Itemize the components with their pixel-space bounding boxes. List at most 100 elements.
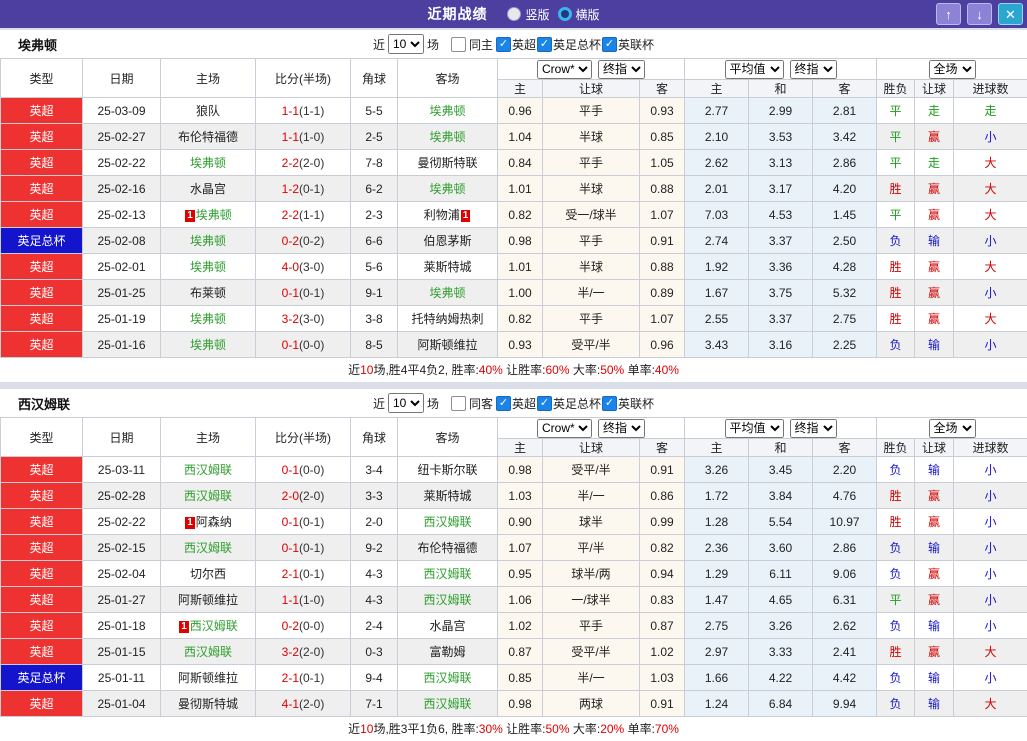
team-label: 伯恩茅斯: [423, 234, 471, 248]
away-odds-cell: 0.85: [640, 124, 685, 150]
league-filter-label[interactable]: 英超: [512, 395, 536, 412]
avg-home-cell: 2.62: [685, 150, 749, 176]
match-count-select[interactable]: 10: [388, 393, 424, 413]
corner-cell: 2-0: [351, 509, 398, 535]
home-odds-cell: 1.07: [498, 535, 543, 561]
away-team-cell: 利物浦1: [398, 202, 498, 228]
final-odds-select[interactable]: 终指: [598, 60, 645, 79]
avg-draw-cell: 4.22: [749, 665, 813, 691]
team-label: 阿斯顿维拉: [178, 671, 238, 685]
match-row: 英超25-03-11西汉姆联0-1(0-0)3-4纽卡斯尔联0.98受平/半0.…: [1, 457, 1027, 483]
goals-result-cell: 小: [954, 587, 1027, 613]
away-odds-cell: 0.87: [640, 613, 685, 639]
corner-cell: 3-8: [351, 306, 398, 332]
league-filter-label[interactable]: 英超: [512, 36, 536, 53]
avg-home-cell: 1.72: [685, 483, 749, 509]
bookmaker-select[interactable]: Crow*: [537, 60, 592, 79]
average-select[interactable]: 平均值: [725, 419, 784, 438]
final-average-select[interactable]: 终指: [790, 419, 837, 438]
league-filter-label[interactable]: 英联杯: [618, 36, 654, 53]
league-filter-checkbox[interactable]: ✓: [602, 396, 617, 411]
league-filter-label[interactable]: 英联杯: [618, 395, 654, 412]
col-header-away: 客场: [398, 418, 498, 457]
team-label: 莱斯特城: [423, 260, 471, 274]
corner-cell: 2-5: [351, 124, 398, 150]
scope-select[interactable]: 全场: [929, 60, 976, 79]
filter-bar: 近 10 场 同客 ✓英超✓英足总杯✓英联杯: [373, 393, 654, 413]
avg-away-cell: 2.62: [813, 613, 877, 639]
avg-home-cell: 1.67: [685, 280, 749, 306]
league-filter-checkbox[interactable]: ✓: [496, 37, 511, 52]
result-cell: 胜: [877, 280, 915, 306]
handicap-result-cell: 赢: [915, 280, 954, 306]
league-filter-checkbox[interactable]: ✓: [602, 37, 617, 52]
handicap-cell: 球半: [543, 509, 640, 535]
league-cell: 英超: [1, 254, 83, 280]
same-venue-checkbox[interactable]: [451, 396, 466, 411]
handicap-result-cell: 赢: [915, 124, 954, 150]
team-label: 埃弗顿: [196, 208, 232, 222]
horizontal-layout-radio[interactable]: [558, 7, 572, 21]
match-row: 英超25-02-221阿森纳0-1(0-1)2-0西汉姆联0.90球半0.991…: [1, 509, 1027, 535]
result-cell: 负: [877, 665, 915, 691]
date-cell: 25-02-08: [83, 228, 161, 254]
league-filter-checkbox[interactable]: ✓: [537, 396, 552, 411]
avg-home-cell: 7.03: [685, 202, 749, 228]
final-average-select[interactable]: 终指: [790, 60, 837, 79]
away-team-cell: 莱斯特城: [398, 483, 498, 509]
close-icon[interactable]: ✕: [998, 3, 1023, 25]
horizontal-layout-label[interactable]: 横版: [576, 6, 600, 23]
col-header-goals-result: 进球数: [954, 439, 1027, 457]
team-panel: 埃弗顿 近 10 场 同主 ✓英超✓英足总杯✓英联杯 类型 日期: [0, 30, 1027, 382]
move-up-icon[interactable]: ↑: [936, 3, 961, 25]
vertical-layout-radio[interactable]: [507, 7, 521, 21]
summary-segment: 10: [360, 363, 373, 377]
average-select[interactable]: 平均值: [725, 60, 784, 79]
summary-segment: 50%: [546, 722, 570, 736]
result-cell: 平: [877, 587, 915, 613]
away-team-cell: 富勒姆: [398, 639, 498, 665]
league-filter-label[interactable]: 英足总杯: [553, 36, 601, 53]
vertical-layout-label[interactable]: 竖版: [525, 6, 549, 23]
team-label: 埃弗顿: [429, 104, 465, 118]
league-cell: 英超: [1, 457, 83, 483]
date-cell: 25-01-11: [83, 665, 161, 691]
home-team-cell: 狼队: [161, 98, 256, 124]
handicap-result-cell: 赢: [915, 587, 954, 613]
league-filter-checkbox[interactable]: ✓: [496, 396, 511, 411]
avg-draw-cell: 6.11: [749, 561, 813, 587]
score-cell: 3-2(2-0): [256, 639, 351, 665]
home-team-cell: 埃弗顿: [161, 332, 256, 358]
bookmaker-select[interactable]: Crow*: [537, 419, 592, 438]
avg-away-cell: 2.41: [813, 639, 877, 665]
move-down-icon[interactable]: ↓: [967, 3, 992, 25]
home-team-cell: 西汉姆联: [161, 535, 256, 561]
league-filter-checkbox[interactable]: ✓: [537, 37, 552, 52]
fulltime-score: 1-1: [282, 593, 299, 607]
away-odds-cell: 0.96: [640, 332, 685, 358]
league-cell: 英超: [1, 280, 83, 306]
games-label: 场: [427, 36, 439, 53]
odds-dropdowns: Crow* 终指: [498, 418, 685, 439]
same-venue-checkbox[interactable]: [451, 37, 466, 52]
avg-home-cell: 2.75: [685, 613, 749, 639]
league-cell: 英超: [1, 332, 83, 358]
same-venue-label[interactable]: 同主: [469, 36, 493, 53]
home-team-cell: 切尔西: [161, 561, 256, 587]
team-label: 埃弗顿: [190, 312, 226, 326]
league-filter-label[interactable]: 英足总杯: [553, 395, 601, 412]
avg-home-cell: 3.26: [685, 457, 749, 483]
match-count-select[interactable]: 10: [388, 34, 424, 54]
corner-cell: 6-2: [351, 176, 398, 202]
score-cell: 0-1(0-1): [256, 509, 351, 535]
final-odds-select[interactable]: 终指: [598, 419, 645, 438]
score-cell: 4-1(2-0): [256, 691, 351, 717]
fulltime-score: 0-2: [282, 234, 299, 248]
col-header-odds-away: 客: [640, 80, 685, 98]
col-header-handicap: 让球: [543, 80, 640, 98]
same-venue-label[interactable]: 同客: [469, 395, 493, 412]
scope-select[interactable]: 全场: [929, 419, 976, 438]
fulltime-score: 0-1: [282, 286, 299, 300]
avg-home-cell: 1.28: [685, 509, 749, 535]
corner-cell: 7-8: [351, 150, 398, 176]
